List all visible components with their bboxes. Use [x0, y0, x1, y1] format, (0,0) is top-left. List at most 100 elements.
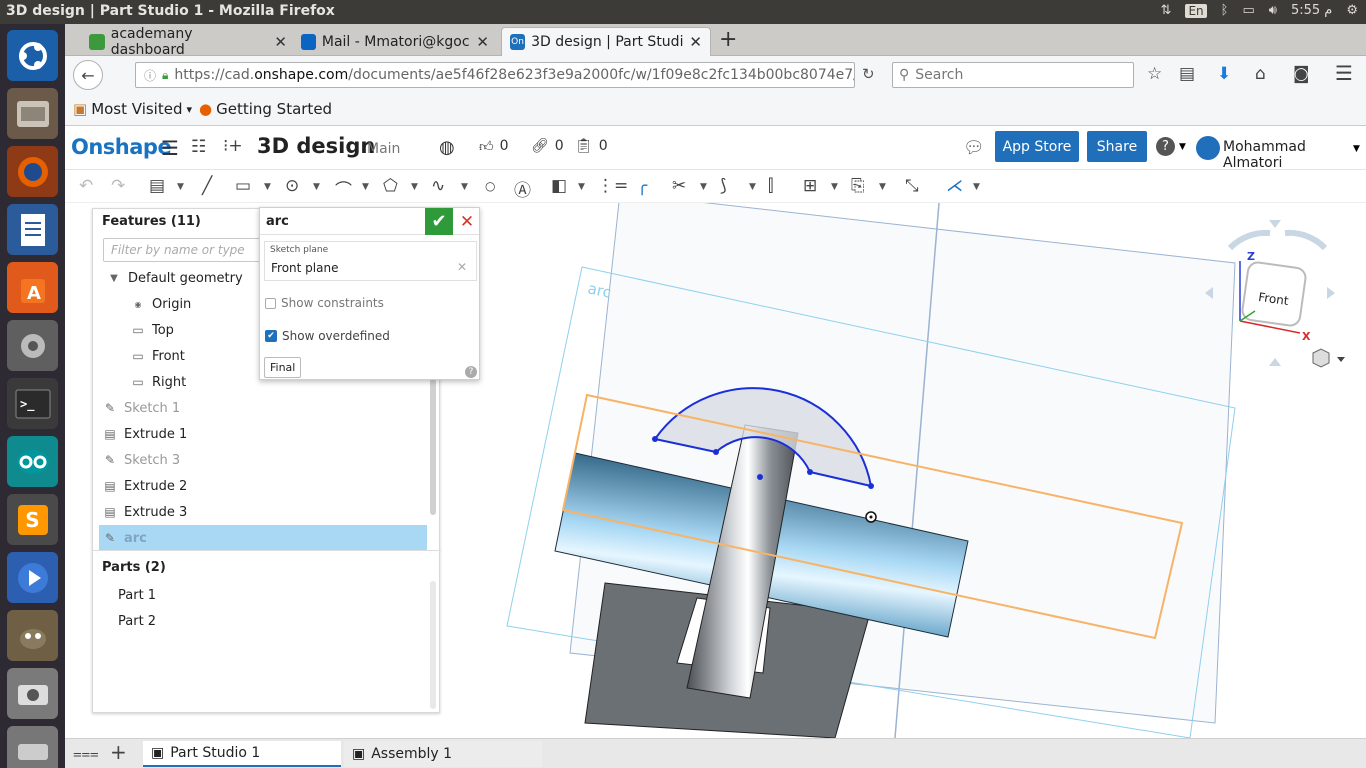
- chevron-down-icon[interactable]: ▼: [831, 182, 838, 192]
- menu-icon[interactable]: ☰: [1335, 61, 1353, 85]
- chevron-down-icon[interactable]: ▼: [313, 182, 320, 192]
- view-rotate-arrow[interactable]: [1227, 229, 1271, 251]
- battery-icon[interactable]: ▭: [1242, 3, 1254, 18]
- arc-tool-icon[interactable]: ⌒: [335, 176, 352, 201]
- media-player-icon[interactable]: [7, 552, 58, 603]
- tab-list-icon[interactable]: ⩶: [73, 744, 99, 762]
- versions-icon[interactable]: ⁝+: [223, 136, 243, 156]
- use-tool-icon[interactable]: ◧: [551, 176, 567, 196]
- reading-list-icon[interactable]: ▤: [1179, 64, 1195, 84]
- spline-tool-icon[interactable]: ∿: [431, 176, 445, 196]
- chevron-down-icon[interactable]: ▼: [578, 182, 585, 192]
- document-list-icon[interactable]: ☷: [191, 137, 206, 157]
- constraint-tool-icon[interactable]: ⋌: [946, 176, 963, 196]
- chevron-down-icon[interactable]: ▼: [411, 182, 418, 192]
- software-center-icon[interactable]: A: [7, 262, 58, 313]
- polygon-tool-icon[interactable]: ⬠: [383, 176, 398, 196]
- lock-icon[interactable]: 🔒︎: [162, 68, 168, 83]
- document-title[interactable]: 3D design: [257, 134, 375, 158]
- view-up-arrow[interactable]: [1269, 220, 1281, 228]
- ubuntu-dash-icon[interactable]: [7, 30, 58, 81]
- undo-icon[interactable]: ↶: [79, 176, 93, 196]
- view-down-arrow[interactable]: [1269, 358, 1281, 366]
- add-tab-icon[interactable]: +: [110, 740, 127, 764]
- feature-item[interactable]: ▤ Extrude 3: [103, 499, 427, 525]
- chevron-down-icon[interactable]: ▼: [749, 182, 756, 192]
- links-button[interactable]: 🔗︎ 0: [531, 138, 564, 154]
- hamburger-menu-icon[interactable]: ☰: [161, 136, 179, 160]
- tab-close-icon[interactable]: ✕: [476, 33, 489, 51]
- chevron-down-icon[interactable]: ▼: [264, 182, 271, 192]
- onshape-logo[interactable]: Onshape: [71, 135, 172, 159]
- chevron-down-icon[interactable]: ▼: [461, 182, 468, 192]
- bluetooth-icon[interactable]: ᛒ: [1221, 3, 1229, 18]
- show-overdefined-checkbox[interactable]: ✔: [265, 330, 277, 342]
- feature-list-scrollbar[interactable]: [430, 379, 436, 515]
- firefox-icon[interactable]: [7, 146, 58, 197]
- tab-part-studio-1[interactable]: ▣ Part Studio 1: [143, 741, 341, 767]
- part-item[interactable]: Part 2: [118, 614, 156, 629]
- feature-item[interactable]: ✎ Sketch 3: [103, 447, 427, 473]
- cancel-close-icon[interactable]: ✕: [455, 208, 479, 235]
- line-tool-icon[interactable]: ╱: [202, 176, 212, 196]
- point-tool-icon[interactable]: ○: [485, 179, 495, 193]
- mirror-tool-icon[interactable]: ⫿: [768, 176, 773, 196]
- tab-close-icon[interactable]: ✕: [274, 33, 287, 51]
- tab-academany[interactable]: academany dashboard ✕: [81, 26, 295, 58]
- pocket-icon[interactable]: ◙: [1293, 64, 1310, 84]
- sketch-point[interactable]: [868, 483, 874, 489]
- tab-mail[interactable]: Mail - Mmatori@kgoc.c ✕: [293, 27, 497, 56]
- feature-filter-input[interactable]: Filter by name or type: [103, 238, 273, 262]
- clock[interactable]: م 5:55: [1291, 3, 1332, 18]
- help-icon[interactable]: ?: [1156, 137, 1175, 156]
- like-button[interactable]: 👍︎ 0: [479, 138, 509, 155]
- sublime-text-icon[interactable]: S: [7, 494, 58, 545]
- chevron-down-icon[interactable]: ▼: [973, 182, 980, 192]
- network-icon[interactable]: ⇅: [1161, 3, 1172, 18]
- chevron-down-icon[interactable]: ▼: [177, 182, 184, 192]
- comments-icon[interactable]: 💬︎: [963, 138, 985, 158]
- screenshot-icon[interactable]: [7, 668, 58, 719]
- usb-drive-icon[interactable]: [7, 726, 58, 768]
- globe-icon[interactable]: ◍: [439, 137, 455, 158]
- feature-item[interactable]: ✎ arc: [99, 525, 427, 551]
- sketch-name-input[interactable]: arc: [266, 214, 289, 229]
- sketch-point[interactable]: [652, 436, 658, 442]
- chevron-down-icon[interactable]: ▼: [107, 271, 121, 285]
- info-icon[interactable]: ⓘ: [144, 67, 156, 84]
- copies-button[interactable]: 📋︎ 0: [575, 138, 608, 154]
- redo-icon[interactable]: ↷: [111, 176, 125, 196]
- view-options-cube-icon[interactable]: [1312, 348, 1345, 368]
- offset-tool-icon[interactable]: ⟆: [720, 176, 727, 196]
- show-overdefined-option[interactable]: ✔ Show overdefined: [265, 329, 390, 343]
- tab-close-icon[interactable]: ✕: [689, 33, 702, 51]
- rectangle-tool-icon[interactable]: ▭: [235, 176, 251, 196]
- dxf-import-icon[interactable]: ⎘: [851, 176, 865, 196]
- search-input[interactable]: ⚲ Search: [892, 62, 1134, 88]
- parts-list-scrollbar[interactable]: [430, 581, 436, 709]
- clear-plane-icon[interactable]: ✕: [457, 260, 467, 274]
- workspace-name[interactable]: Main: [367, 141, 400, 157]
- back-button[interactable]: ←: [73, 60, 103, 90]
- accept-checkmark-icon[interactable]: ✔: [425, 208, 453, 235]
- text-tool-icon[interactable]: Ⓐ: [514, 176, 531, 201]
- chevron-down-icon[interactable]: ▼: [700, 182, 707, 192]
- sketch-point[interactable]: [713, 449, 719, 455]
- pattern-tool-icon[interactable]: ⊞: [803, 176, 817, 196]
- final-button[interactable]: Final: [264, 357, 302, 378]
- show-constraints-option[interactable]: Show constraints: [265, 296, 384, 310]
- new-tab-button[interactable]: +: [719, 27, 737, 52]
- sketch-plane-field[interactable]: Sketch plane Front plane ✕: [264, 241, 477, 281]
- tab-onshape[interactable]: On 3D design | Part Studio ✕: [501, 27, 711, 56]
- dimension-tool-icon[interactable]: ⤡: [905, 176, 919, 196]
- user-name[interactable]: Mohammad Almatori: [1223, 139, 1366, 171]
- feature-item[interactable]: ✎ Sketch 1: [103, 395, 427, 421]
- arc-center-point[interactable]: [757, 474, 763, 480]
- tab-assembly-1[interactable]: ▣ Assembly 1: [344, 741, 542, 767]
- part-item[interactable]: Part 1: [118, 588, 156, 603]
- help-icon[interactable]: ?: [465, 366, 477, 378]
- show-constraints-checkbox[interactable]: [265, 297, 276, 309]
- avatar[interactable]: [1196, 136, 1220, 160]
- volume-icon[interactable]: 🔊︎: [1269, 3, 1277, 18]
- home-icon[interactable]: ⌂: [1255, 64, 1266, 84]
